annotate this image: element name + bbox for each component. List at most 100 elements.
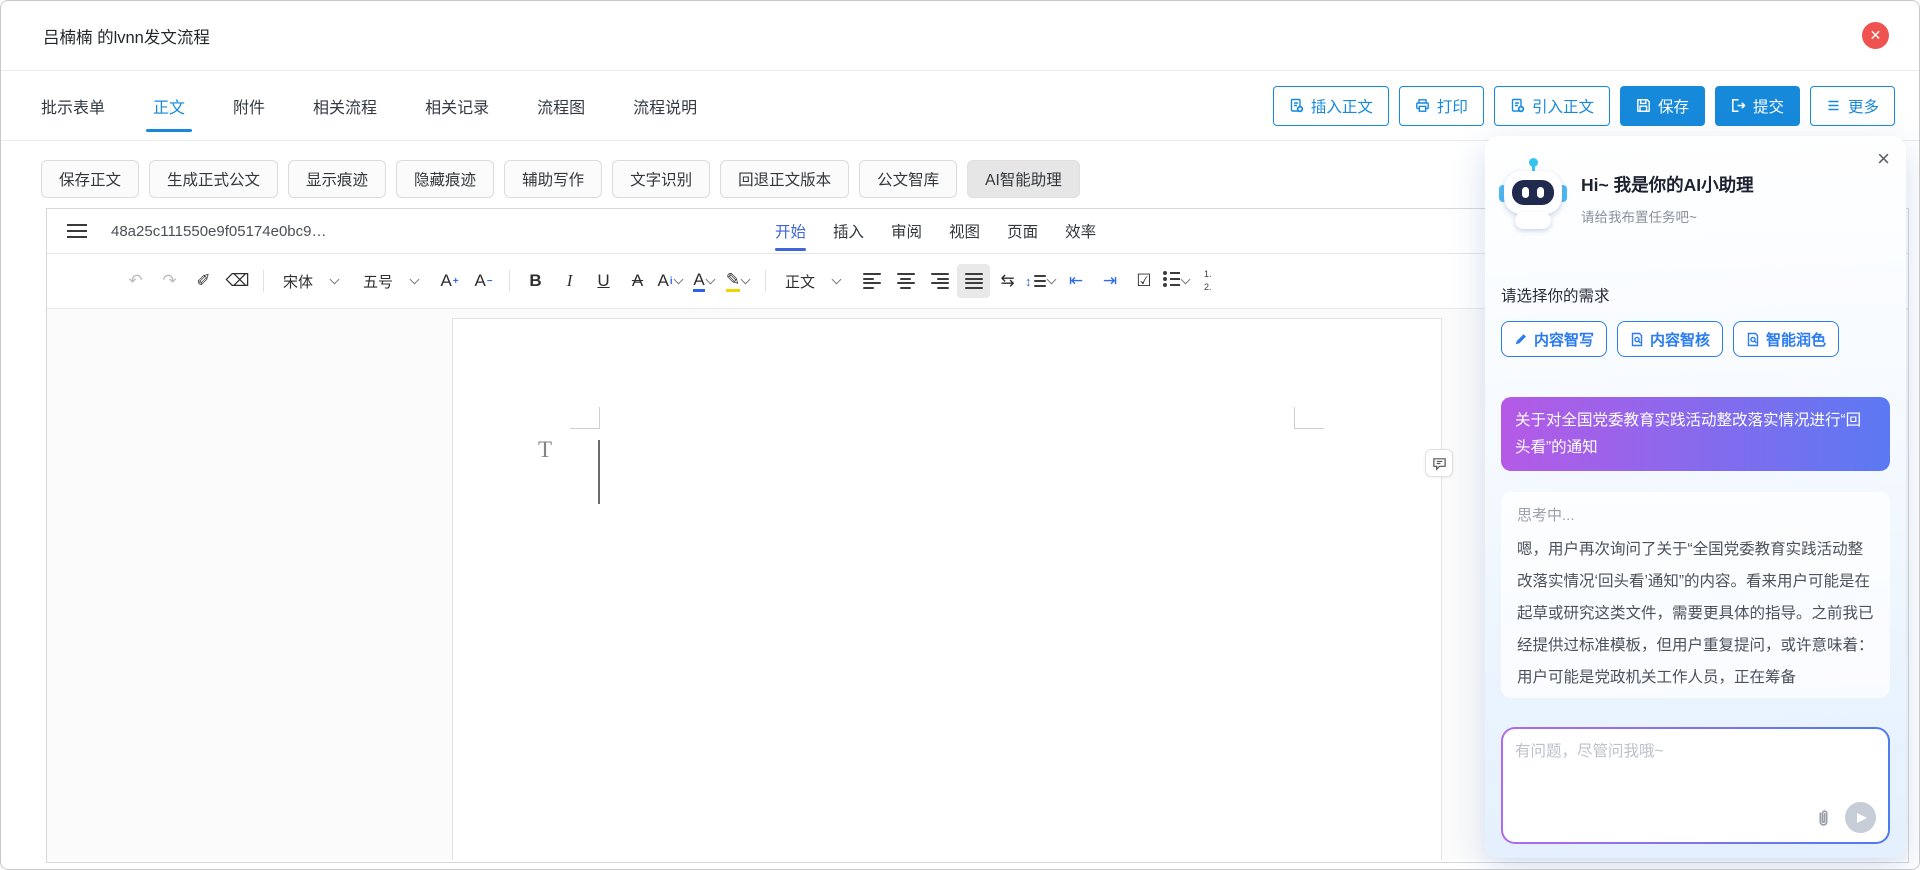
tab-attachments[interactable]: 附件	[233, 94, 265, 118]
font-color-icon[interactable]: A	[689, 264, 722, 298]
printer-icon	[1415, 98, 1430, 113]
paperclip-icon[interactable]	[1815, 808, 1832, 828]
editor-tab-review[interactable]: 审阅	[891, 220, 922, 242]
robot-avatar	[1501, 158, 1565, 230]
menu-hamburger-icon[interactable]	[67, 220, 87, 242]
outdent-icon[interactable]: ⇤	[1060, 264, 1093, 298]
tab-related-flows[interactable]: 相关流程	[313, 94, 377, 118]
editor-tab-view[interactable]: 视图	[949, 220, 980, 242]
strikethrough-icon[interactable]: A	[621, 264, 654, 298]
list-icon	[1826, 98, 1841, 113]
toolbar-divider	[509, 270, 510, 292]
editor-tab-insert[interactable]: 插入	[833, 220, 864, 242]
title-bar: 吕楠楠 的lvnn发文流程 ✕	[1, 1, 1919, 71]
document-page[interactable]: T	[452, 318, 1442, 860]
workflow-window: 吕楠楠 的lvnn发文流程 ✕ 批示表单 正文 附件 相关流程 相关记录 流程图…	[0, 0, 1920, 870]
more-button[interactable]: 更多	[1810, 86, 1895, 126]
increase-font-icon[interactable]: A+	[433, 264, 466, 298]
tab-body-text[interactable]: 正文	[153, 94, 185, 118]
assistant-title: Hi~ 我是你的AI小助理	[1581, 172, 1754, 197]
italic-icon[interactable]: I	[553, 264, 586, 298]
pencil-icon	[1514, 332, 1528, 346]
line-spacing-icon[interactable]: ↕	[1025, 264, 1059, 298]
editor-tab-home[interactable]: 开始	[775, 220, 806, 242]
bullet-list-icon[interactable]	[1162, 264, 1195, 298]
undo-icon[interactable]: ↶	[119, 264, 152, 298]
ai-assistant-button[interactable]: AI智能助理	[967, 160, 1080, 198]
assist-writing-button[interactable]: 辅助写作	[504, 160, 602, 198]
submit-button[interactable]: 提交	[1715, 86, 1800, 126]
user-message-bubble: 关于对全国党委教育实践活动整改落实情况进行“回头看”的通知	[1501, 397, 1890, 471]
align-center-icon[interactable]	[889, 264, 922, 298]
align-justify-icon[interactable]	[957, 264, 990, 298]
font-family-select[interactable]: 宋体	[273, 264, 352, 298]
document-plus-icon	[1510, 98, 1525, 113]
text-cursor	[598, 440, 600, 504]
chevron-down-icon	[705, 275, 715, 285]
tab-flow-description[interactable]: 流程说明	[633, 94, 697, 118]
thinking-status: 思考中...	[1517, 504, 1874, 525]
distribute-icon[interactable]: ⇆	[991, 264, 1024, 298]
editor-menu-tabs: 开始 插入 审阅 视图 页面 效率	[775, 209, 1096, 253]
document-search-icon	[1746, 332, 1760, 347]
text-effects-icon[interactable]: Ai	[655, 264, 688, 298]
save-button[interactable]: 保存	[1620, 86, 1705, 126]
chat-input-box	[1503, 729, 1888, 842]
redo-icon[interactable]: ↷	[153, 264, 186, 298]
send-button[interactable]	[1845, 802, 1876, 833]
align-left-icon[interactable]	[855, 264, 888, 298]
rollback-version-button[interactable]: 回退正文版本	[720, 160, 849, 198]
page-text: T	[538, 437, 552, 463]
ocr-button[interactable]: 文字识别	[612, 160, 710, 198]
input-actions	[1815, 802, 1876, 833]
save-icon	[1636, 98, 1651, 113]
doc-library-button[interactable]: 公文智库	[859, 160, 957, 198]
comment-button[interactable]	[1425, 449, 1453, 477]
window-close-button[interactable]: ✕	[1862, 22, 1889, 49]
hide-marks-button[interactable]: 隐藏痕迹	[396, 160, 494, 198]
insert-body-button[interactable]: 插入正文	[1273, 86, 1389, 126]
document-plus-icon	[1289, 98, 1304, 113]
chat-input[interactable]	[1515, 739, 1876, 805]
greeting-block: Hi~ 我是你的AI小助理 请给我布置任务吧~	[1581, 158, 1754, 230]
document-search-icon	[1630, 332, 1644, 347]
font-size-select[interactable]: 五号	[353, 264, 432, 298]
ai-response-bubble: 思考中... 嗯，用户再次询问了关于“全国党委教育实践活动整改落实情况‘回头看’…	[1501, 492, 1890, 698]
import-body-button[interactable]: 引入正文	[1494, 86, 1610, 126]
align-right-icon[interactable]	[923, 264, 956, 298]
generate-official-doc-button[interactable]: 生成正式公文	[149, 160, 278, 198]
save-body-button[interactable]: 保存正文	[41, 160, 139, 198]
ai-response-text: 嗯，用户再次询问了关于“全国党委教育实践活动整改落实情况‘回头看’通知”的内容。…	[1517, 534, 1874, 694]
task-list-icon[interactable]: ☑	[1128, 264, 1161, 298]
smart-review-button[interactable]: 内容智核	[1617, 321, 1723, 357]
numbered-list-icon[interactable]: 1.2.	[1196, 264, 1229, 298]
chevron-down-icon	[741, 275, 751, 285]
chevron-down-icon	[1181, 275, 1191, 285]
panel-header: Hi~ 我是你的AI小助理 请给我布置任务吧~	[1501, 158, 1890, 230]
paragraph-style-select[interactable]: 正文	[775, 264, 854, 298]
chevron-down-icon	[330, 275, 340, 285]
assistant-subtitle: 请给我布置任务吧~	[1581, 206, 1754, 226]
bold-icon[interactable]: B	[519, 264, 552, 298]
print-button[interactable]: 打印	[1399, 86, 1484, 126]
clear-format-icon[interactable]: ⌫	[221, 264, 254, 298]
format-painter-icon[interactable]: ✐	[187, 264, 220, 298]
smart-polish-button[interactable]: 智能润色	[1733, 321, 1839, 357]
tab-approval-form[interactable]: 批示表单	[41, 94, 105, 118]
indent-icon[interactable]: ⇥	[1094, 264, 1127, 298]
margin-corner-mark-left	[570, 407, 600, 429]
underline-icon[interactable]: U	[587, 264, 620, 298]
needs-buttons: 内容智写 内容智核 智能润色	[1501, 321, 1890, 357]
highlight-icon[interactable]: ✎	[723, 264, 756, 298]
decrease-font-icon[interactable]: A−	[467, 264, 500, 298]
submit-icon	[1731, 98, 1746, 113]
comment-icon	[1432, 456, 1447, 471]
chat-input-container	[1501, 727, 1890, 844]
panel-close-icon[interactable]: ×	[1877, 148, 1890, 170]
tab-related-records[interactable]: 相关记录	[425, 94, 489, 118]
smart-write-button[interactable]: 内容智写	[1501, 321, 1607, 357]
editor-tab-page[interactable]: 页面	[1007, 220, 1038, 242]
tab-flow-chart[interactable]: 流程图	[537, 94, 585, 118]
editor-tab-efficiency[interactable]: 效率	[1065, 220, 1096, 242]
show-marks-button[interactable]: 显示痕迹	[288, 160, 386, 198]
